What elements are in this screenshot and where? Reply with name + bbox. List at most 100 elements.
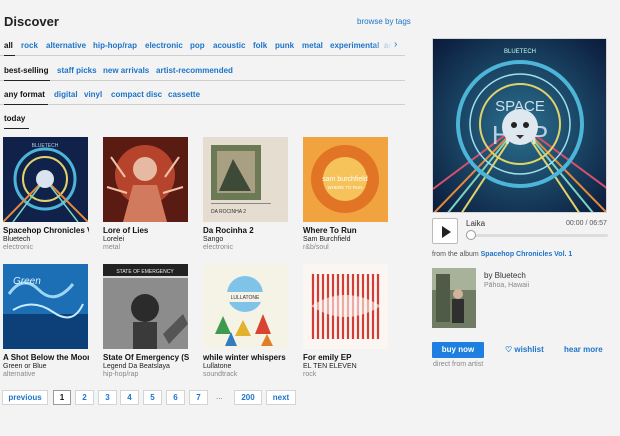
time-today[interactable]: today: [4, 113, 25, 124]
album-genre: electronic: [3, 244, 33, 251]
page-button[interactable]: 200: [234, 390, 262, 405]
album-genre: r&b/soul: [303, 244, 329, 251]
album-cover[interactable]: Green: [3, 264, 88, 349]
browse-by-tags-link[interactable]: browse by tags: [357, 17, 411, 26]
format-compact-disc[interactable]: compact disc: [111, 89, 162, 100]
album-title[interactable]: Where To Run: [303, 226, 389, 235]
heart-icon: ♡: [505, 345, 513, 354]
page-button[interactable]: 2: [75, 390, 94, 405]
featured-album-cover[interactable]: SPACE HOP BLUETECH: [432, 38, 607, 213]
format-any[interactable]: any format: [4, 89, 45, 100]
buy-now-button[interactable]: buy now: [432, 342, 484, 358]
album-genre: hip-hop/rap: [103, 371, 139, 378]
album-cover[interactable]: DA ROCINHA 2: [203, 137, 288, 222]
album-cover[interactable]: STATE OF EMERGENCY: [103, 264, 188, 349]
album-artist[interactable]: Lullatone: [203, 363, 293, 370]
wishlist-button[interactable]: ♡ wishlist: [505, 345, 544, 354]
selected-underline: [4, 54, 15, 56]
album-item[interactable]: BLUETECH Spacehop Chronicles Vo Bluetech…: [3, 137, 93, 251]
genre-filter: all rock alternative hip-hop/rap electro…: [0, 39, 405, 56]
album-cover[interactable]: [303, 264, 388, 349]
genre-all[interactable]: all: [4, 40, 13, 51]
album-artist[interactable]: EL TEN ELEVEN: [303, 363, 393, 370]
album-item[interactable]: STATE OF EMERGENCY State Of Emergency (S…: [103, 264, 193, 378]
genre-rock[interactable]: rock: [21, 40, 38, 51]
cover-text: BLUETECH: [504, 49, 536, 55]
format-vinyl[interactable]: vinyl: [84, 89, 102, 100]
wishlist-label: wishlist: [514, 345, 544, 354]
page-button[interactable]: 1: [53, 390, 71, 405]
album-artist[interactable]: Lorelei: [103, 236, 193, 243]
album-artist[interactable]: Sango: [203, 236, 293, 243]
divider: [0, 104, 405, 105]
genre-punk[interactable]: punk: [275, 40, 294, 51]
album-title[interactable]: Lore of Lies: [103, 226, 189, 235]
album-link[interactable]: Spacehop Chronicles Vol. 1: [481, 251, 573, 258]
format-cassette[interactable]: cassette: [168, 89, 200, 100]
album-cover[interactable]: LULLATONE: [203, 264, 288, 349]
album-artist[interactable]: Bluetech: [3, 236, 93, 243]
previous-page-button[interactable]: previous: [2, 390, 48, 405]
seek-bar[interactable]: [466, 234, 608, 237]
album-title[interactable]: Spacehop Chronicles Vo: [3, 226, 89, 235]
cover-text: Green: [13, 276, 41, 287]
divider: [0, 55, 405, 56]
album-title[interactable]: A Shot Below the Moon: [3, 353, 89, 362]
page-button[interactable]: 5: [143, 390, 162, 405]
format-digital[interactable]: digital: [54, 89, 78, 100]
album-genre: metal: [103, 244, 121, 251]
chevron-right-icon[interactable]: ›: [394, 39, 397, 50]
genre-folk[interactable]: folk: [253, 40, 267, 51]
track-title: Laika: [466, 219, 486, 228]
cover-text: STATE OF EMERGENCY: [116, 269, 174, 275]
direct-from-artist: direct from artist: [433, 361, 484, 368]
seek-handle[interactable]: [466, 230, 476, 240]
album-item[interactable]: sam burchfield WHERE TO RUN Where To Run…: [303, 137, 393, 251]
album-item[interactable]: Green A Shot Below the Moon Green or Blu…: [3, 264, 93, 378]
album-cover[interactable]: BLUETECH: [3, 137, 88, 222]
next-page-button[interactable]: next: [266, 390, 296, 405]
genre-electronic[interactable]: electronic: [145, 40, 183, 51]
cover-text: BLUETECH: [32, 143, 59, 149]
album-item[interactable]: Lore of Lies Lorelei metal: [103, 137, 193, 251]
sort-artist-recommended[interactable]: artist-recommended: [156, 65, 233, 76]
selected-underline: [4, 79, 50, 81]
genre-alternative[interactable]: alternative: [46, 40, 86, 51]
page-title: Discover: [4, 14, 59, 29]
album-title[interactable]: while winter whispers: [203, 353, 289, 362]
album-artist[interactable]: Sam Burchfield: [303, 236, 393, 243]
selected-underline: [4, 103, 48, 105]
album-genre: electronic: [203, 244, 233, 251]
page-button[interactable]: 4: [120, 390, 139, 405]
sort-best-selling[interactable]: best-selling: [4, 65, 48, 76]
play-button[interactable]: [432, 218, 458, 244]
album-title[interactable]: For emily EP: [303, 353, 389, 362]
album-cover[interactable]: [103, 137, 188, 222]
artist-photo[interactable]: [432, 268, 476, 328]
album-item[interactable]: DA ROCINHA 2 Da Rocinha 2 Sango electron…: [203, 137, 293, 251]
album-item[interactable]: LULLATONE while winter whispers Lullaton…: [203, 264, 293, 378]
page-button[interactable]: 6: [166, 390, 185, 405]
sort-new-arrivals[interactable]: new arrivals: [103, 65, 149, 76]
page-button[interactable]: 7: [189, 390, 208, 405]
album-item[interactable]: For emily EP EL TEN ELEVEN rock: [303, 264, 393, 378]
hear-more-link[interactable]: hear more: [564, 345, 603, 354]
cover-text: sam burchfield: [322, 176, 368, 183]
genre-hip-hop-rap[interactable]: hip-hop/rap: [93, 40, 137, 51]
genre-acoustic[interactable]: acoustic: [213, 40, 245, 51]
sort-staff-picks[interactable]: staff picks: [57, 65, 97, 76]
pagination-ellipsis: ...: [216, 392, 223, 401]
genre-metal[interactable]: metal: [302, 40, 323, 51]
album-title[interactable]: Da Rocinha 2: [203, 226, 289, 235]
genre-pop[interactable]: pop: [190, 40, 205, 51]
from-album-text: from the album Spacehop Chronicles Vol. …: [432, 251, 572, 258]
selected-underline: [4, 127, 29, 129]
album-artist[interactable]: Green or Blue: [3, 363, 93, 370]
album-genre: rock: [303, 371, 317, 378]
artist-name[interactable]: by Bluetech: [484, 271, 526, 280]
page-button[interactable]: 3: [98, 390, 117, 405]
album-artist[interactable]: Legend Da Beatslaya: [103, 363, 193, 370]
divider: [0, 80, 405, 81]
album-title[interactable]: State Of Emergency (Sin: [103, 353, 189, 362]
album-cover[interactable]: sam burchfield WHERE TO RUN: [303, 137, 388, 222]
